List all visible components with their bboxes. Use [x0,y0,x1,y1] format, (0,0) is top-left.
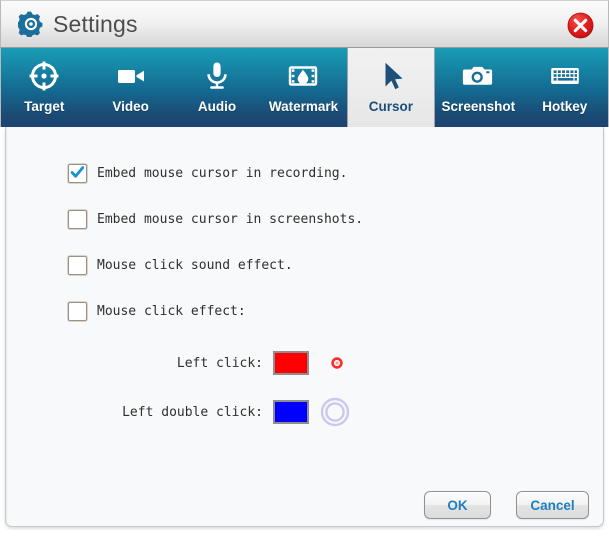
close-icon[interactable] [567,12,594,39]
microphone-icon [207,62,227,89]
checkbox-label: Mouse click effect: [97,304,246,319]
title-bar: Settings [0,0,609,48]
left-double-click-label: Left double click: [122,404,263,420]
cursor-settings-panel: Embed mouse cursor in recording. Embed m… [5,127,604,527]
option-mouse-click-sound[interactable]: Mouse click sound effect. [68,256,293,275]
camera-icon [463,66,493,85]
target-crosshair-icon [29,61,59,91]
left-click-effect-row: Left click: [31,351,361,375]
left-click-color-swatch[interactable] [273,351,309,375]
checkbox-embed-cursor-recording[interactable] [68,164,87,183]
double-ring-preview [320,397,350,427]
tab-hotkey[interactable]: Hotkey [522,48,608,127]
settings-window: Settings Target Video Audio Watermark Cu… [0,0,609,538]
gear-icon [18,11,43,37]
tab-cursor[interactable]: Cursor [346,48,436,127]
tab-bar: Target Video Audio Watermark Cursor Scre… [0,48,609,127]
checkbox-mouse-click-sound[interactable] [68,256,87,275]
checkbox-embed-cursor-screenshots[interactable] [68,210,87,229]
checkbox-label: Embed mouse cursor in screenshots. [97,212,364,227]
tab-label: Hotkey [542,99,588,114]
tab-screenshot[interactable]: Screenshot [435,48,521,127]
keyboard-icon [550,68,579,84]
tab-label: Cursor [368,99,414,114]
window-title: Settings [53,10,138,37]
option-embed-cursor-screenshots[interactable]: Embed mouse cursor in screenshots. [68,210,363,229]
tab-label: Watermark [268,99,339,114]
tab-video[interactable]: Video [87,48,173,127]
option-embed-cursor-recording[interactable]: Embed mouse cursor in recording. [68,164,347,183]
tab-label: Video [112,99,149,114]
checkmark-icon [70,166,85,178]
tab-watermark[interactable]: Watermark [260,48,346,127]
tab-target[interactable]: Target [1,48,87,127]
tab-label: Target [24,99,65,114]
left-click-label: Left click: [176,355,263,371]
small-red-dot-preview [331,357,343,369]
tab-label: Screenshot [441,99,516,114]
left-double-click-effect-row: Left double click: [31,396,371,428]
cancel-button[interactable]: Cancel [516,491,589,519]
tab-label: Audio [197,99,237,114]
window-bottom-edge [0,530,609,538]
option-mouse-click-effect[interactable]: Mouse click effect: [68,302,246,321]
video-camera-icon [117,70,144,83]
ok-button[interactable]: OK [424,491,491,519]
cursor-arrow-icon [385,62,403,90]
checkbox-label: Mouse click sound effect. [97,258,293,273]
tab-audio[interactable]: Audio [174,48,260,127]
checkbox-label: Embed mouse cursor in recording. [97,166,348,181]
checkbox-mouse-click-effect[interactable] [68,302,87,321]
watermark-film-icon [289,66,318,86]
left-double-click-color-swatch[interactable] [273,400,309,424]
